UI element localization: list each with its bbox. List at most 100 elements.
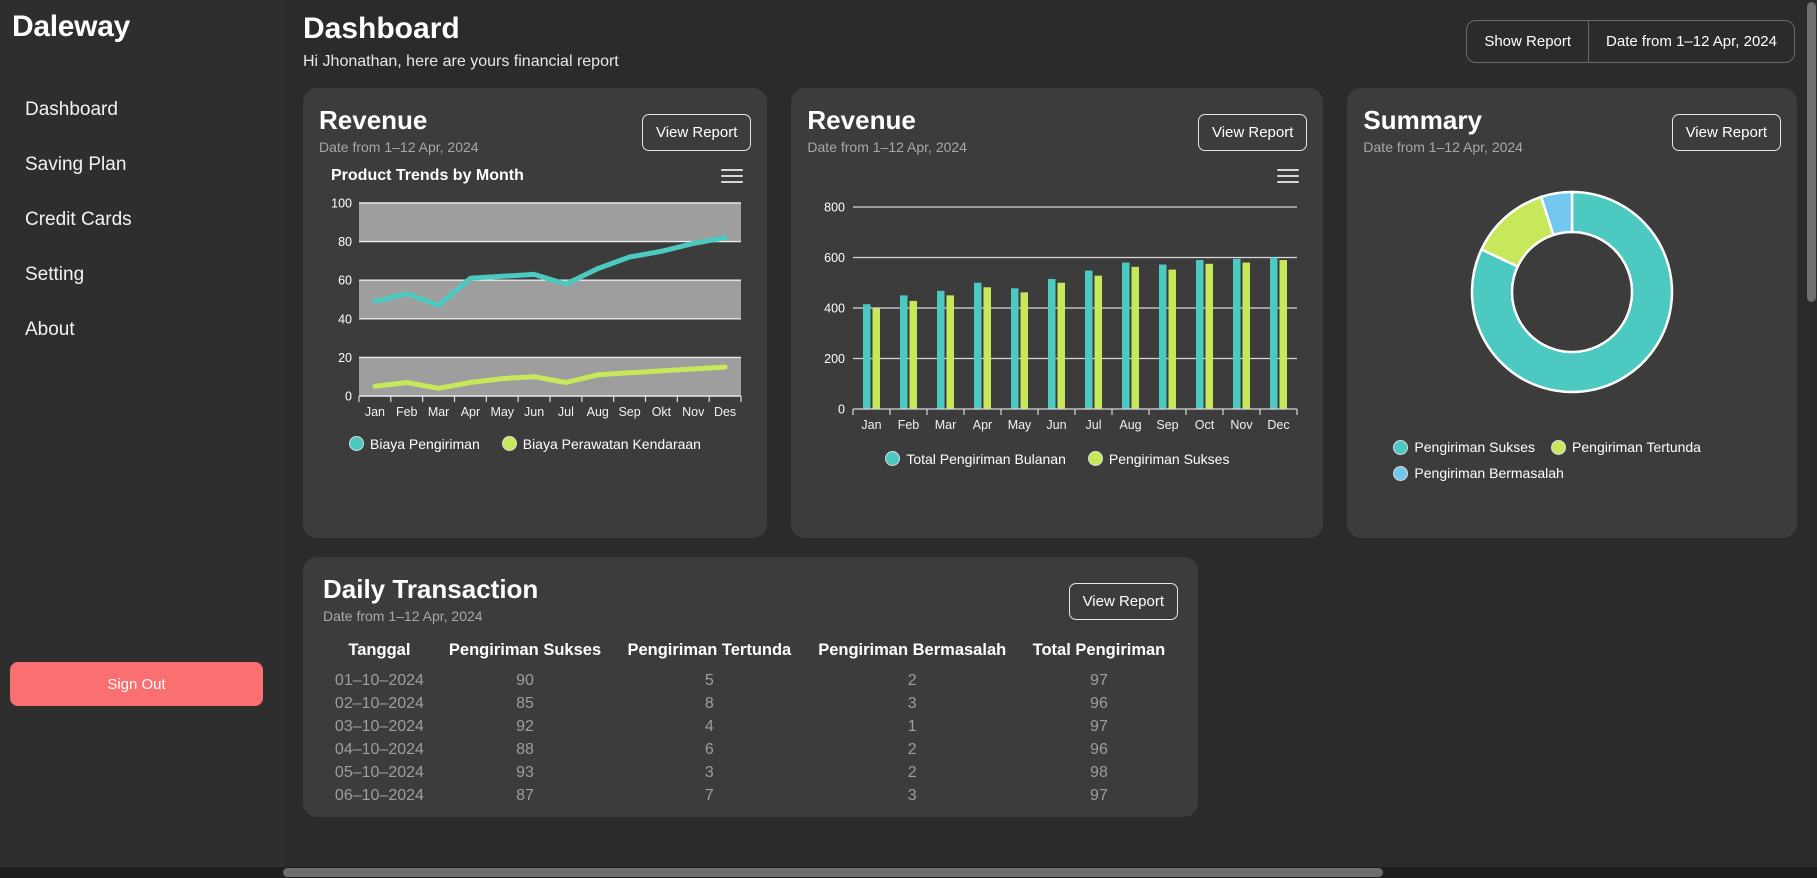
header-text-block: Dashboard Hi Jhonathan, here are yours f…	[303, 12, 619, 71]
legend-item-total-pengiriman-bulanan[interactable]: Total Pengiriman Bulanan	[885, 451, 1066, 467]
summary-titleblock: Summary Date from 1–12 Apr, 2024	[1363, 104, 1523, 155]
page-subtitle: Hi Jhonathan, here are yours financial r…	[303, 52, 619, 70]
revenue-bar-title: Revenue	[807, 104, 916, 135]
brand-logo: Daleway	[12, 10, 130, 43]
table-cell: 06–10–2024	[334, 786, 424, 804]
hamburger-menu-icon[interactable]	[1277, 165, 1300, 187]
svg-text:20: 20	[338, 351, 352, 365]
svg-text:Apr: Apr	[461, 405, 480, 419]
svg-text:Nov: Nov	[1231, 418, 1254, 432]
vertical-scrollbar-thumb[interactable]	[1807, 2, 1816, 302]
sidebar-item-about[interactable]: About	[0, 302, 283, 357]
sign-out-button[interactable]: Sign Out	[10, 662, 263, 706]
table-cell: 2	[907, 740, 917, 758]
table-row[interactable]: 04–10–2024 88 6 2 96	[323, 738, 1178, 761]
date-range-button[interactable]: Date from 1–12 Apr, 2024	[1588, 21, 1794, 62]
svg-text:Apr: Apr	[973, 418, 992, 432]
svg-text:Feb: Feb	[898, 418, 920, 432]
line-chart-topline: Product Trends by Month	[319, 165, 751, 187]
revenue-bar-card-head: Revenue Date from 1–12 Apr, 2024 View Re…	[807, 104, 1308, 156]
line-chart-svg: 0 20 40 60 80 100 Jan Feb Mar Apr May Jun Jul Aug Sep O…	[331, 196, 742, 419]
svg-text:40: 40	[338, 312, 352, 326]
view-report-button-daily-transaction[interactable]: View Report	[1068, 582, 1178, 620]
vertical-scrollbar[interactable]	[1806, 0, 1817, 878]
bar-chart-plot: 0 200 400 600 800 Jan Feb Mar Apr May Jun Jul Aug Sep…	[807, 193, 1307, 443]
svg-text:0: 0	[345, 389, 352, 403]
column-header-tanggal: Tanggal	[348, 641, 411, 660]
sidebar-item-saving-plan[interactable]: Saving Plan	[0, 137, 283, 192]
summary-legend: Pengiriman Sukses Pengiriman Tertunda Pe…	[1363, 439, 1781, 481]
table-cell: 97	[1090, 671, 1108, 689]
svg-text:Sep: Sep	[1157, 418, 1179, 432]
table-row[interactable]: 06–10–2024 87 7 3 97	[323, 784, 1178, 807]
sidebar-item-setting[interactable]: Setting	[0, 247, 283, 302]
legend-dot-teal	[1393, 439, 1409, 455]
svg-text:Jan: Jan	[862, 418, 882, 432]
show-report-button[interactable]: Show Report	[1467, 21, 1588, 62]
line-chart-legend: Biaya Pengiriman Biaya Perawatan Kendara…	[319, 436, 751, 452]
view-report-button-summary[interactable]: View Report	[1671, 113, 1781, 151]
table-cell: 90	[516, 671, 534, 689]
view-report-button-revenue-line[interactable]: View Report	[641, 113, 752, 151]
horizontal-scrollbar-thumb[interactable]	[283, 868, 1383, 877]
sidebar: Daleway Dashboard Saving Plan Credit Car…	[0, 0, 283, 878]
legend-item-pengiriman-bermasalah[interactable]: Pengiriman Bermasalah	[1393, 465, 1564, 481]
summary-title: Summary	[1363, 104, 1482, 135]
table-row[interactable]: 03–10–2024 92 4 1 97	[323, 715, 1178, 738]
revenue-line-card-head: Revenue Date from 1–12 Apr, 2024 View Re…	[319, 105, 752, 155]
svg-text:Jul: Jul	[558, 405, 574, 419]
donut-chart-svg	[1470, 190, 1674, 394]
view-report-button-revenue-bar[interactable]: View Report	[1197, 113, 1308, 151]
daily-transaction-card: Daily Transaction Date from 1–12 Apr, 20…	[303, 556, 1198, 817]
revenue-bar-titleblock: Revenue Date from 1–12 Apr, 2024	[807, 104, 967, 156]
sidebar-item-credit-cards[interactable]: Credit Cards	[0, 192, 283, 247]
legend-label-donut-1: Pengiriman Tertunda	[1572, 439, 1701, 456]
svg-text:Jan: Jan	[365, 405, 385, 419]
legend-item-pengiriman-sukses[interactable]: Pengiriman Sukses	[1393, 439, 1535, 455]
column-header-total-pengiriman: Total Pengiriman	[1032, 641, 1166, 660]
summary-legend-row-2: Pengiriman Bermasalah	[1393, 465, 1781, 481]
svg-text:Jun: Jun	[524, 405, 544, 419]
hamburger-menu-icon[interactable]	[721, 165, 744, 187]
legend-item-biaya-pengiriman[interactable]: Biaya Pengiriman	[349, 436, 480, 452]
svg-text:800: 800	[825, 200, 846, 214]
table-cell: 6	[704, 740, 714, 758]
svg-text:0: 0	[838, 402, 845, 416]
svg-text:Sep: Sep	[618, 405, 640, 419]
table-cell: 93	[516, 763, 534, 781]
table-cell: 3	[907, 694, 917, 712]
column-header-pengiriman-bermasalah: Pengiriman Bermasalah	[818, 641, 1007, 660]
legend-label-1: Biaya Perawatan Kendaraan	[522, 435, 701, 452]
sidebar-item-dashboard[interactable]: Dashboard	[0, 82, 283, 137]
table-row[interactable]: 05–10–2024 93 3 2 98	[323, 761, 1178, 784]
table-cell: 03–10–2024	[334, 717, 424, 735]
table-cell: 05–10–2024	[334, 763, 424, 781]
svg-text:Nov: Nov	[682, 405, 705, 419]
table-body: 01–10–2024 90 5 2 97 02–10–2024 85 8 3 96 03–10–20…	[323, 669, 1178, 807]
legend-dot-blue	[1393, 465, 1409, 481]
line-chart-plot: 0 20 40 60 80 100 Jan Feb Mar Apr May Jun Jul Aug Sep O…	[319, 193, 751, 428]
report-controls: Show Report Date from 1–12 Apr, 2024	[1466, 20, 1795, 63]
legend-item-pengiriman-tertunda[interactable]: Pengiriman Tertunda	[1551, 439, 1701, 455]
legend-label-bar-0: Total Pengiriman Bulanan	[906, 450, 1066, 467]
table-row[interactable]: 02–10–2024 85 8 3 96	[323, 692, 1178, 715]
legend-dot-green	[1551, 439, 1567, 455]
horizontal-scrollbar[interactable]	[0, 867, 1817, 878]
legend-dot-green	[501, 436, 517, 452]
summary-legend-row-1: Pengiriman Sukses Pengiriman Tertunda	[1393, 439, 1781, 455]
daily-transaction-table: Tanggal Pengiriman Sukses Pengiriman Ter…	[323, 638, 1178, 807]
legend-item-pengiriman-sukses[interactable]: Pengiriman Sukses	[1087, 450, 1230, 467]
bar-chart-legend: Total Pengiriman Bulanan Pengiriman Suks…	[807, 451, 1307, 467]
bar-chart-svg: 0 200 400 600 800 Jan Feb Mar Apr May Jun Jul Aug Sep…	[825, 200, 1299, 432]
table-row[interactable]: 01–10–2024 90 5 2 97	[323, 669, 1178, 692]
revenue-bar-date: Date from 1–12 Apr, 2024	[807, 139, 967, 156]
daily-transaction-title: Daily Transaction	[323, 573, 539, 604]
legend-item-biaya-perawatan[interactable]: Biaya Perawatan Kendaraan	[501, 435, 701, 452]
legend-label-bar-1: Pengiriman Sukses	[1108, 450, 1230, 467]
svg-text:Mar: Mar	[935, 418, 957, 432]
table-cell: 85	[516, 694, 534, 712]
column-header-pengiriman-tertunda: Pengiriman Tertunda	[627, 641, 792, 660]
table-cell: 97	[1090, 786, 1108, 804]
svg-text:May: May	[1008, 418, 1032, 432]
page-title: Dashboard	[303, 12, 460, 45]
